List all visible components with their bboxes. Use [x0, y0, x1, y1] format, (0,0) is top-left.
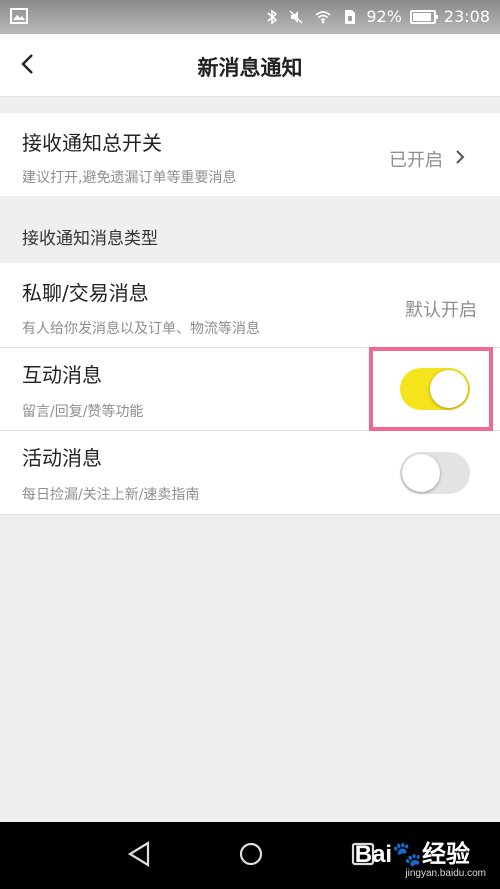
list-item-title: 活动消息	[22, 446, 102, 470]
list-item-private-trade[interactable]: 私聊/交易消息 有人给你发消息以及订单、物流等消息 默认开启	[0, 263, 500, 347]
list-item-value: 默认开启	[405, 300, 477, 321]
wifi-icon	[315, 10, 331, 23]
list-item-title: 互动消息	[22, 363, 102, 387]
toggle-knob	[402, 454, 440, 492]
list-item-activity: 活动消息 每日捡漏/关注上新/速卖指南	[0, 431, 500, 514]
battery-icon	[409, 9, 438, 24]
watermark-brand2: 经验	[422, 841, 470, 868]
image-icon	[10, 8, 28, 28]
battery-percent: 92%	[366, 7, 402, 26]
watermark-brand: Bai	[354, 841, 393, 868]
mute-icon	[289, 9, 303, 24]
activity-toggle[interactable]	[400, 452, 470, 494]
section-label: 接收通知消息类型	[22, 229, 158, 249]
status-bar: 92% 23:08	[0, 0, 500, 34]
navigation-bar: Bai🐾经验 jingyan.baidu.com	[0, 822, 500, 889]
list-item-subtitle: 每日捡漏/关注上新/速卖指南	[22, 487, 200, 503]
master-switch-title: 接收通知总开关	[22, 131, 162, 155]
nav-back-icon[interactable]	[126, 840, 152, 868]
section-header: 接收通知消息类型	[0, 196, 500, 260]
chevron-right-icon	[456, 150, 465, 164]
highlight-box	[369, 347, 493, 431]
baidu-watermark: Bai🐾经验 jingyan.baidu.com	[354, 834, 486, 879]
clock: 23:08	[443, 7, 490, 26]
master-switch-value: 已开启	[389, 150, 443, 171]
nav-home-icon[interactable]	[238, 840, 264, 868]
master-switch-subtitle: 建议打开,避免遗漏订单等重要消息	[22, 170, 237, 186]
paw-icon: 🐾	[392, 841, 422, 868]
master-switch-row[interactable]: 接收通知总开关 建议打开,避免遗漏订单等重要消息 已开启	[0, 113, 500, 196]
bluetooth-icon	[267, 8, 278, 25]
watermark-url: jingyan.baidu.com	[405, 868, 486, 879]
app-header: 新消息通知	[0, 34, 500, 97]
list-item-subtitle: 留言/回复/赞等功能	[22, 404, 144, 420]
list-item-title: 私聊/交易消息	[22, 281, 149, 305]
list-item-subtitle: 有人给你发消息以及订单、物流等消息	[22, 321, 260, 337]
page-title: 新消息通知	[197, 56, 303, 80]
sim-icon	[345, 9, 356, 24]
divider	[0, 514, 500, 515]
